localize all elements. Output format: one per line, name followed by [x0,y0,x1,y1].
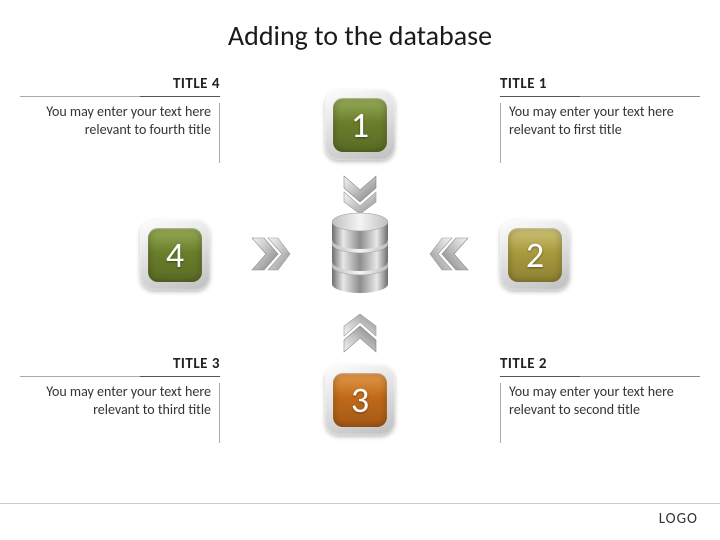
tile-2-label: 2 [508,228,562,282]
tile-1-label: 1 [333,98,387,152]
diagram-stage: TITLE 4 You may enter your text here rel… [0,60,720,500]
title3-heading: TITLE 3 [20,355,220,377]
logo-text: LOGO [659,510,698,528]
slide-title: Adding to the database [0,0,720,53]
title3-block: TITLE 3 You may enter your text here rel… [20,355,220,443]
chevron-left-icon [428,232,472,276]
title4-body: You may enter your text here relevant to… [20,103,220,163]
title2-heading: TITLE 2 [500,355,700,377]
title1-heading: TITLE 1 [500,75,700,97]
title2-body: You may enter your text here relevant to… [500,383,700,443]
title1-block: TITLE 1 You may enter your text here rel… [500,75,700,163]
tile-2: 2 [500,220,570,290]
title4-block: TITLE 4 You may enter your text here rel… [20,75,220,163]
tile-4: 4 [140,220,210,290]
tile-4-label: 4 [148,228,202,282]
title3-body: You may enter your text here relevant to… [20,383,220,443]
chevron-right-icon [248,232,292,276]
tile-3-label: 3 [333,373,387,427]
footer-divider [0,503,720,504]
tile-1: 1 [325,90,395,160]
title2-block: TITLE 2 You may enter your text here rel… [500,355,700,443]
tile-3: 3 [325,365,395,435]
chevron-up-icon [338,312,382,356]
database-icon [315,210,405,300]
title1-body: You may enter your text here relevant to… [500,103,700,163]
title4-heading: TITLE 4 [20,75,220,97]
